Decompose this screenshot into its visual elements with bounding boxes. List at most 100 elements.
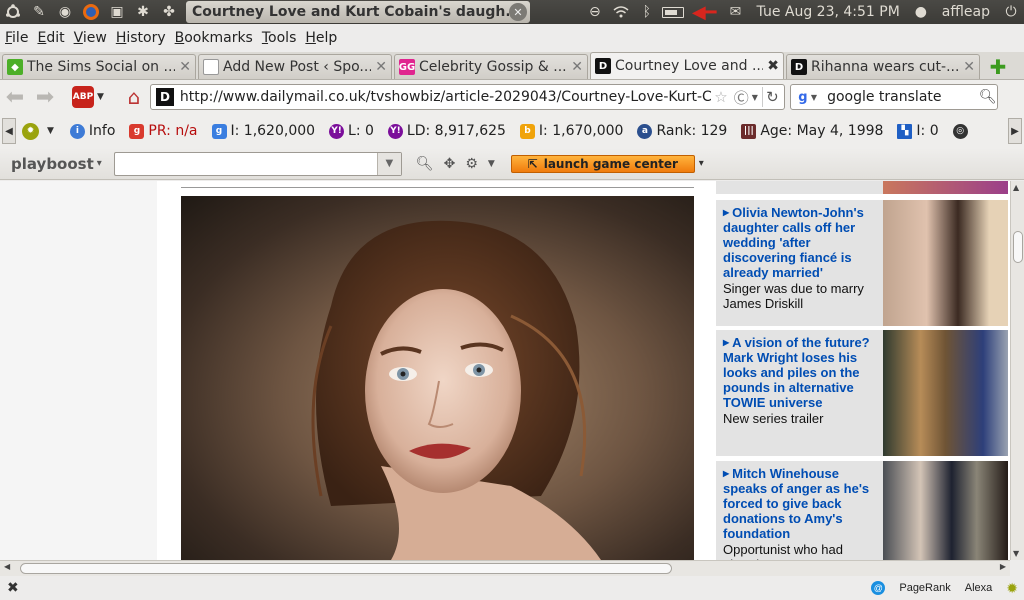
user-status-icon[interactable]: ● — [910, 1, 932, 23]
seoquake-gear-icon[interactable]: ✹ — [1006, 580, 1018, 597]
close-tab-icon[interactable]: ✕ — [375, 59, 387, 75]
thumbnail-image[interactable] — [883, 200, 1008, 326]
seoquake-icon[interactable]: ✹ ▼ — [22, 122, 54, 140]
tab-rihanna[interactable]: D Rihanna wears cut-... ✕ — [786, 54, 980, 79]
menu-bookmarks[interactable]: Bookmarks — [175, 30, 253, 46]
chevron-down-icon[interactable]: ▼ — [376, 152, 401, 175]
scroll-left-icon[interactable]: ◀ — [2, 118, 16, 144]
back-arrow-icon[interactable]: ⬅ — [0, 84, 30, 110]
home-icon[interactable]: ⌂ — [122, 85, 146, 109]
mail-icon[interactable]: ✉ — [725, 1, 747, 23]
delicious-item[interactable]: ▚ I: 0 — [897, 123, 939, 139]
close-icon[interactable]: ✕ — [509, 3, 527, 21]
horizontal-scrollbar[interactable]: ◀ ▶ — [0, 560, 1010, 576]
at-icon[interactable]: @ — [871, 581, 886, 595]
url-bar[interactable]: D http://www.dailymail.co.uk/tvshowbiz/a… — [149, 84, 785, 110]
clock[interactable]: Tue Aug 23, 4:51 PM — [757, 4, 900, 20]
menu-edit[interactable]: Edit — [37, 30, 64, 46]
url-text[interactable]: http://www.dailymail.co.uk/tvshowbiz/art… — [180, 89, 711, 105]
vertical-scroll-thumb[interactable] — [1013, 231, 1023, 263]
more-item[interactable]: ◎ — [952, 123, 972, 139]
yahoo-ld-item[interactable]: Y! LD: 8,917,625 — [387, 123, 506, 139]
playboost-logo[interactable]: playboost — [11, 155, 94, 173]
close-addon-bar-icon[interactable]: ✖ — [7, 580, 19, 596]
previous-card-fragment[interactable] — [716, 181, 1008, 194]
bookmark-star-icon[interactable]: ☆ — [714, 88, 727, 106]
chat-launcher-icon[interactable]: ▣ — [106, 1, 128, 23]
active-window-task[interactable]: Courtney Love and Kurt Cobain's daugh...… — [186, 1, 530, 23]
google-icon[interactable]: g — [795, 89, 811, 105]
search-icon[interactable]: 🔍︎ — [979, 89, 997, 105]
vertical-scrollbar[interactable]: ▲ ▼ — [1010, 181, 1024, 560]
menu-help[interactable]: Help — [305, 30, 337, 46]
thumbnail-image[interactable] — [883, 330, 1008, 456]
puzzle-launcher-icon[interactable]: ✤ — [158, 1, 180, 23]
thumbnail-image[interactable] — [883, 461, 1008, 560]
power-minus-icon[interactable]: ⊖ — [584, 1, 606, 23]
pagerank-status[interactable]: PageRank — [899, 582, 950, 594]
menu-file[interactable]: File — [5, 30, 28, 46]
google-index-item[interactable]: g I: 1,620,000 — [211, 123, 315, 139]
firefox-launcher-icon[interactable] — [80, 1, 102, 23]
article-headline-link[interactable]: Olivia Newton-John's daughter calls off … — [723, 205, 878, 280]
c-icon[interactable]: Ⓒ — [734, 87, 749, 108]
text-editor-launcher-icon[interactable]: ✎ — [28, 1, 50, 23]
menu-view[interactable]: View — [74, 30, 107, 46]
related-article-card[interactable]: Olivia Newton-John's daughter calls off … — [716, 200, 1008, 326]
joystick-icon[interactable]: ✥ — [444, 156, 456, 172]
chevron-down-icon[interactable]: ▾ — [699, 158, 704, 169]
yahoo-links-item[interactable]: Y! L: 0 — [329, 123, 374, 139]
chevron-down-icon[interactable]: ▼ — [47, 126, 54, 136]
launch-game-center-button[interactable]: ⇱ launch game center — [510, 154, 695, 173]
chevron-down-icon[interactable]: ▼ — [488, 159, 495, 169]
pagerank-item[interactable]: g PR: n/a — [129, 123, 198, 139]
thumbnail-image[interactable] — [883, 181, 1008, 194]
app-launcher-icon[interactable]: ◉ — [54, 1, 76, 23]
tab-sims-social[interactable]: ◆ The Sims Social on ... ✕ — [2, 54, 196, 79]
close-tab-icon[interactable]: ✕ — [963, 59, 975, 75]
article-headline-link[interactable]: A vision of the future? Mark Wright lose… — [723, 335, 878, 410]
playboost-search-input[interactable]: ▼ — [113, 151, 402, 176]
scroll-right-icon[interactable]: ▶ — [1000, 562, 1006, 571]
bing-index-item[interactable]: b I: 1,670,000 — [519, 123, 623, 139]
settings-launcher-icon[interactable]: ✱ — [132, 1, 154, 23]
horizontal-scroll-thumb[interactable] — [20, 563, 672, 574]
article-photo[interactable] — [181, 196, 694, 560]
new-tab-plus-icon[interactable]: ✚ — [986, 55, 1010, 79]
scroll-up-icon[interactable]: ▲ — [1013, 183, 1019, 192]
forward-arrow-icon[interactable]: ➡ — [30, 84, 60, 110]
close-tab-icon[interactable]: ✕ — [571, 59, 583, 75]
battery-icon[interactable] — [661, 1, 684, 23]
info-item[interactable]: i Info — [69, 123, 115, 139]
search-input[interactable]: google translate — [817, 89, 979, 105]
power-icon[interactable]: ⏻ — [1000, 1, 1022, 23]
menu-history[interactable]: History — [116, 30, 166, 46]
related-article-card[interactable]: Mitch Winehouse speaks of anger as he's … — [716, 461, 1008, 560]
tab-add-new-post[interactable]: Add New Post ‹ Spo... ✕ — [198, 54, 392, 79]
menu-tools[interactable]: Tools — [262, 30, 297, 46]
close-tab-icon[interactable]: ✕ — [179, 59, 191, 75]
wifi-icon[interactable] — [610, 1, 632, 23]
chevron-down-icon[interactable]: ▼ — [97, 92, 104, 102]
reload-icon[interactable]: ↻ — [761, 87, 782, 107]
search-box[interactable]: g ▼ google translate 🔍︎ — [789, 84, 998, 110]
gear-icon[interactable]: ⚙ — [465, 156, 478, 172]
related-article-card[interactable]: A vision of the future? Mark Wright lose… — [716, 330, 1008, 456]
age-item[interactable]: ||| Age: May 4, 1998 — [741, 123, 883, 139]
close-tab-icon[interactable]: ✖ — [767, 58, 779, 74]
scroll-right-icon[interactable]: ▶ — [1008, 118, 1022, 144]
ubuntu-logo-icon[interactable] — [2, 1, 24, 23]
tab-celebrity-gossip[interactable]: GG Celebrity Gossip & ... ✕ — [394, 54, 588, 79]
scroll-down-icon[interactable]: ▼ — [1013, 549, 1019, 558]
bluetooth-icon[interactable]: ᛒ — [636, 1, 658, 23]
alexa-rank-item[interactable]: a Rank: 129 — [637, 123, 727, 139]
tab-courtney-love[interactable]: D Courtney Love and ... ✖ — [590, 52, 784, 79]
alexa-status[interactable]: Alexa — [965, 582, 993, 594]
adblock-plus-icon[interactable]: ABP — [72, 86, 94, 108]
chevron-down-icon[interactable]: ▾ — [97, 158, 102, 169]
search-icon[interactable]: 🔍︎ — [416, 156, 434, 172]
article-headline-link[interactable]: Mitch Winehouse speaks of anger as he's … — [723, 466, 878, 541]
user-name[interactable]: affleap — [942, 4, 990, 20]
scroll-left-icon[interactable]: ◀ — [4, 562, 10, 571]
chevron-down-icon[interactable]: ▼ — [752, 93, 758, 102]
